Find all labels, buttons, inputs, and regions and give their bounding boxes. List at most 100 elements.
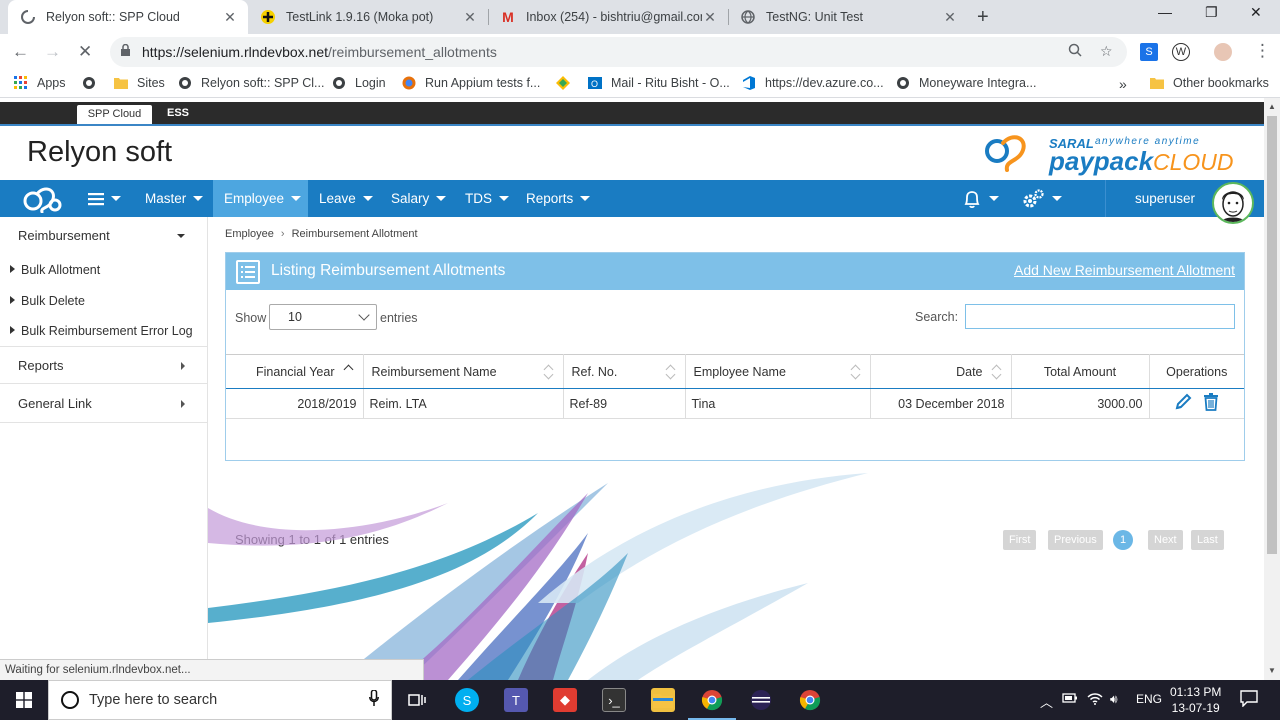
skype-icon[interactable]: S: [455, 688, 479, 712]
bookmark-star-icon[interactable]: ☆: [1100, 43, 1113, 60]
page-scrollbar[interactable]: ▲ ▼: [1264, 98, 1280, 680]
bookmark-login[interactable]: Login: [332, 76, 386, 90]
file-explorer-icon[interactable]: [651, 688, 675, 712]
notification-center-icon[interactable]: [1240, 690, 1258, 710]
address-bar[interactable]: https://selenium.rlndevbox.net/reimburse…: [110, 37, 1127, 67]
ess-tab[interactable]: ESS: [167, 107, 189, 119]
nav-master[interactable]: Master: [145, 180, 204, 217]
sidebar-section-reimbursement[interactable]: Reimbursement: [0, 217, 207, 255]
terminal-icon[interactable]: ›_: [602, 688, 626, 712]
pager-page-1[interactable]: 1: [1113, 530, 1134, 550]
home-logo-icon[interactable]: [22, 180, 66, 217]
stop-loading-icon[interactable]: ✕: [78, 42, 92, 62]
nav-employee[interactable]: Employee: [213, 180, 308, 217]
page-size-select[interactable]: 10: [269, 304, 377, 330]
col-financial-year[interactable]: Financial Year: [226, 354, 364, 389]
back-arrow-icon[interactable]: ←: [12, 42, 29, 62]
tray-chevron-up-icon[interactable]: ︿: [1040, 692, 1053, 711]
tab-testng[interactable]: TestNG: Unit Test ✕: [728, 0, 968, 34]
delete-trash-icon[interactable]: [1203, 393, 1219, 414]
pager-last[interactable]: Last: [1191, 530, 1224, 550]
sidebar-section-general-link[interactable]: General Link: [0, 385, 207, 423]
bookmark-moneyware[interactable]: Moneyware Integra...: [896, 76, 1036, 90]
col-reimbursement-name[interactable]: Reimbursement Name: [363, 354, 564, 389]
close-tab-icon[interactable]: ✕: [462, 9, 478, 26]
bookmark-relyon[interactable]: Relyon soft:: SPP Cl...: [178, 76, 324, 90]
language-indicator[interactable]: ENG: [1136, 692, 1162, 706]
breadcrumb-employee[interactable]: Employee: [225, 228, 274, 240]
maximize-icon[interactable]: ❐: [1205, 4, 1218, 21]
teams-icon[interactable]: T: [504, 688, 528, 712]
nav-tds[interactable]: TDS: [465, 180, 509, 217]
user-avatar[interactable]: [1212, 182, 1254, 224]
table-row: 2018/2019 Reim. LTA Ref-89 Tina 03 Decem…: [226, 388, 1244, 419]
bookmark-apps[interactable]: Apps: [14, 76, 66, 90]
close-tab-icon[interactable]: ✕: [702, 9, 718, 26]
wordpress-icon[interactable]: W: [1172, 43, 1190, 61]
bookmark-gcp[interactable]: [556, 76, 579, 90]
task-view-icon[interactable]: [405, 688, 429, 712]
cell-date: 03 December 2018: [870, 388, 1012, 419]
search-input[interactable]: [965, 304, 1235, 329]
anydesk-icon[interactable]: ◆: [553, 688, 577, 712]
hamburger-menu-icon[interactable]: [88, 180, 121, 217]
profile-avatar[interactable]: [1214, 43, 1232, 61]
bookmark-sites[interactable]: Sites: [114, 76, 165, 90]
system-clock[interactable]: 01:13 PM 13-07-19: [1170, 684, 1221, 716]
bookmarks-overflow-button[interactable]: »: [1119, 76, 1127, 92]
bookmark-globe[interactable]: [82, 76, 105, 90]
edit-pencil-icon[interactable]: [1174, 393, 1192, 414]
bookmark-outlook[interactable]: O Mail - Ritu Bisht - O...: [588, 76, 730, 90]
close-tab-icon[interactable]: ✕: [222, 9, 238, 26]
bookmark-azure[interactable]: https://dev.azure.co...: [742, 76, 884, 90]
add-new-allotment-link[interactable]: Add New Reimbursement Allotment: [1014, 262, 1235, 278]
close-tab-icon[interactable]: ✕: [942, 9, 958, 26]
scroll-up-icon[interactable]: ▲: [1268, 102, 1276, 111]
windows-start-icon[interactable]: [12, 688, 36, 712]
col-date[interactable]: Date: [870, 354, 1012, 389]
pager-first[interactable]: First: [1003, 530, 1037, 550]
menu-dots-icon[interactable]: ⋮: [1254, 41, 1271, 61]
sidebar-item-bulk-allotment[interactable]: Bulk Allotment: [10, 263, 100, 277]
bookmark-appium[interactable]: Run Appium tests f...: [402, 76, 540, 90]
pager-next[interactable]: Next: [1148, 530, 1183, 550]
user-menu[interactable]: superuser: [1135, 180, 1195, 217]
spp-cloud-tab[interactable]: SPP Cloud: [77, 105, 152, 124]
sidebar-section-reports[interactable]: Reports: [0, 346, 207, 384]
minimize-icon[interactable]: —: [1158, 4, 1172, 20]
testlink-icon: [260, 9, 276, 25]
nav-reports[interactable]: Reports: [526, 180, 591, 217]
chevron-down-icon: [291, 196, 302, 201]
col-total-amount: Total Amount: [1011, 354, 1150, 389]
sidebar-item-bulk-error-log[interactable]: Bulk Reimbursement Error Log: [10, 324, 193, 338]
window-close-icon[interactable]: ✕: [1250, 4, 1262, 21]
forward-arrow-icon[interactable]: →: [44, 42, 61, 62]
eclipse-icon[interactable]: [749, 688, 773, 712]
bookmark-other[interactable]: Other bookmarks: [1150, 76, 1269, 90]
col-ref-no[interactable]: Ref. No.: [563, 354, 686, 389]
volume-icon[interactable]: 🔊︎: [1110, 692, 1118, 707]
folder-icon: [1150, 76, 1164, 90]
notification-bell-icon[interactable]: [962, 180, 999, 217]
tab-testlink[interactable]: TestLink 1.9.16 (Moka pot) ✕: [248, 0, 488, 34]
sidebar-item-bulk-delete[interactable]: Bulk Delete: [10, 294, 85, 308]
new-tab-button[interactable]: +: [977, 6, 989, 29]
chrome-icon[interactable]: [700, 688, 724, 712]
battery-icon[interactable]: [1062, 692, 1078, 707]
microphone-icon[interactable]: [369, 689, 379, 709]
zoom-icon[interactable]: [1068, 43, 1082, 60]
scroll-down-icon[interactable]: ▼: [1268, 666, 1276, 675]
nav-leave[interactable]: Leave: [319, 180, 373, 217]
extension-icon[interactable]: S: [1140, 43, 1158, 61]
pager-previous[interactable]: Previous: [1048, 530, 1103, 550]
tab-gmail[interactable]: M Inbox (254) - bishtriu@gmail.com ✕: [488, 0, 728, 34]
chrome-icon[interactable]: [798, 688, 822, 712]
taskbar-search-box[interactable]: Type here to search: [48, 680, 392, 720]
wifi-icon[interactable]: [1087, 692, 1103, 708]
settings-gear-icon[interactable]: [1021, 180, 1062, 217]
globe-icon: [740, 9, 756, 25]
tab-relyon[interactable]: Relyon soft:: SPP Cloud ✕: [8, 0, 248, 34]
nav-salary[interactable]: Salary: [391, 180, 447, 217]
scroll-thumb[interactable]: [1267, 116, 1277, 554]
col-employee-name[interactable]: Employee Name: [685, 354, 871, 389]
